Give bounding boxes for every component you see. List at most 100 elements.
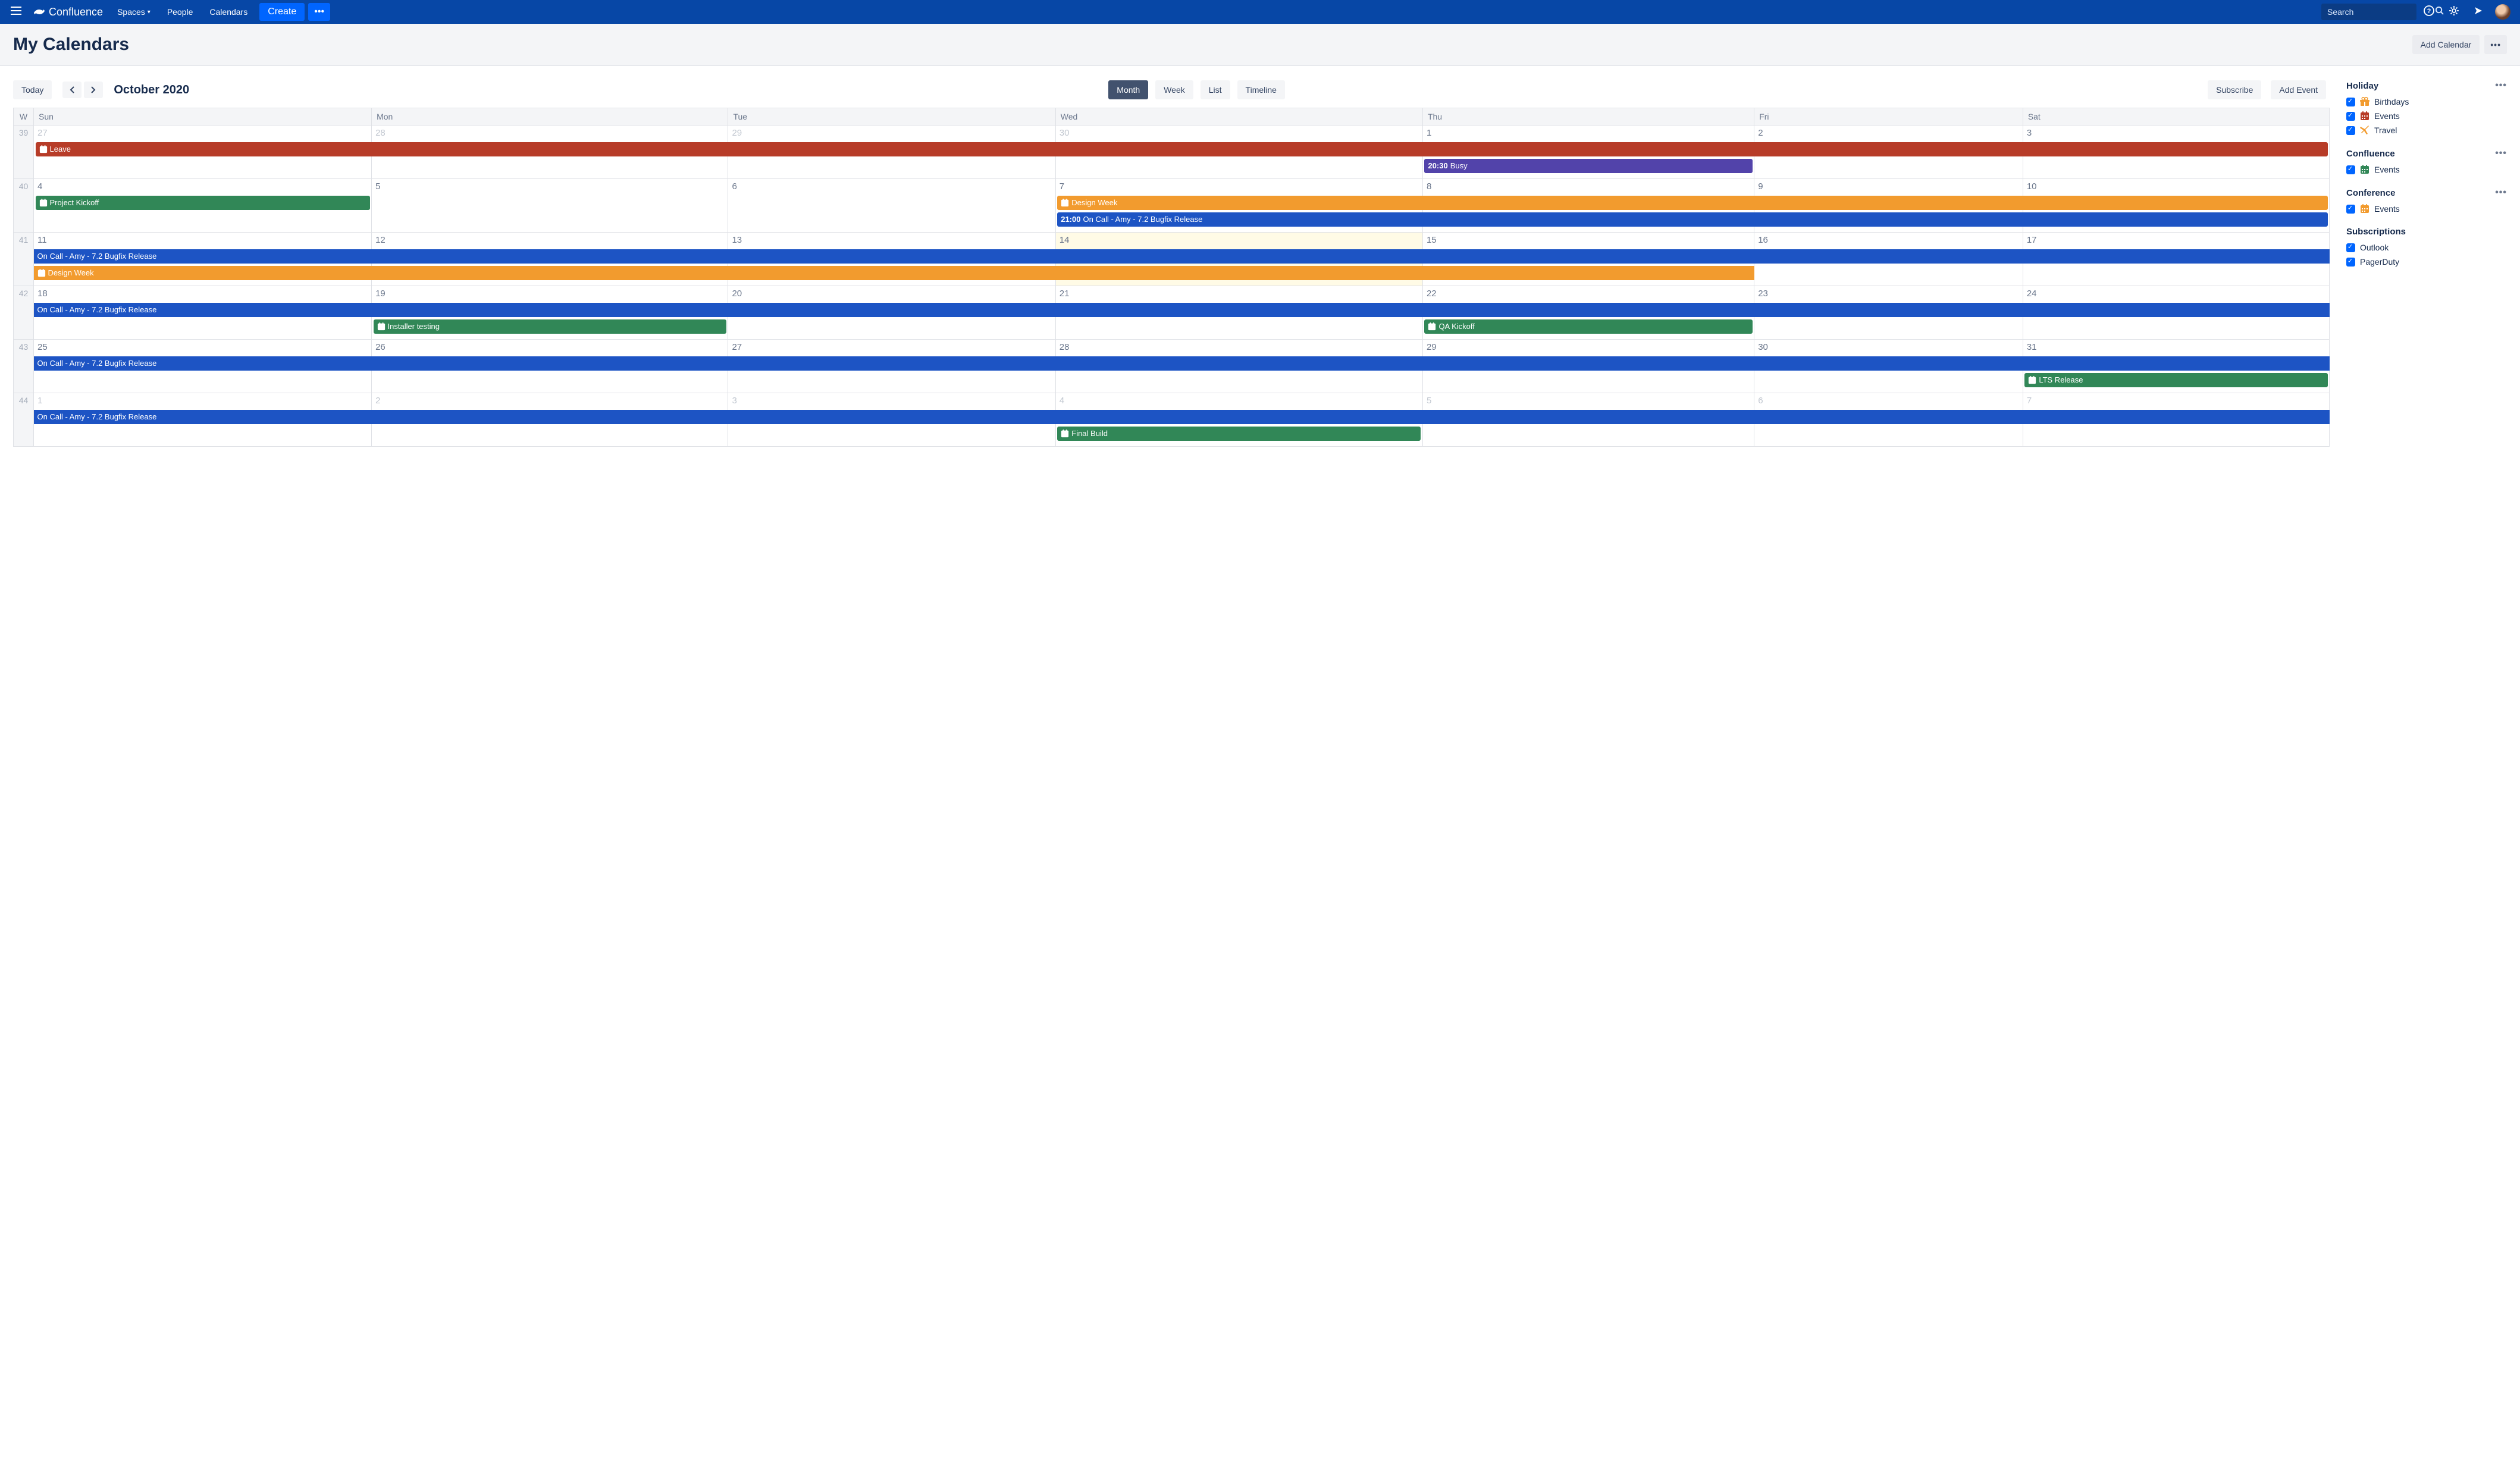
calendar-event[interactable]: 21:00On Call - Amy - 7.2 Bugfix Release [1057,212,2327,227]
calendar-icon [2360,165,2369,174]
day-number: 7 [2023,393,2329,408]
calendar-event[interactable]: Project Kickoff [36,196,370,210]
event-label: On Call - Amy - 7.2 Bugfix Release [37,412,157,421]
calendar-event[interactable]: Installer testing [374,319,726,334]
day-cell[interactable]: 6 [728,179,1055,233]
settings-icon[interactable] [2441,5,2466,19]
more-menu-button[interactable]: ••• [308,3,330,21]
week-number: 40 [14,179,34,233]
today-button[interactable]: Today [13,80,52,99]
calendar-icon [39,145,48,153]
view-list[interactable]: List [1201,80,1230,99]
section-title: Holiday [2346,81,2378,91]
col-tue: Tue [728,108,1055,126]
day-number: 5 [1423,393,1754,408]
calendar-toggle-label: Events [2374,111,2400,121]
day-number: 27 [34,126,371,140]
event-label: On Call - Amy - 7.2 Bugfix Release [37,252,157,261]
calendars-sidebar: Holiday ••• Birthdays Events Travel Confluenc… [2346,80,2507,447]
week-number: 43 [14,340,34,393]
calendar-toggle-item[interactable]: Events [2346,109,2507,123]
day-number: 11 [34,233,371,247]
calendar-event[interactable]: 20:30Busy [1424,159,1752,173]
view-month[interactable]: Month [1108,80,1148,99]
calendar-toggle-item[interactable]: Events [2346,202,2507,216]
day-number: 29 [728,126,1055,140]
create-button[interactable]: Create [259,3,305,21]
col-sun: Sun [34,108,372,126]
day-number: 28 [1056,340,1422,355]
day-number: 6 [1754,393,2023,408]
checkbox[interactable] [2346,205,2355,214]
menu-icon[interactable] [5,3,27,21]
add-calendar-button[interactable]: Add Calendar [2412,35,2480,54]
week-number: 41 [14,233,34,286]
view-timeline[interactable]: Timeline [1237,80,1285,99]
nav-people[interactable]: People [159,0,202,24]
section-more-button[interactable]: ••• [2495,187,2507,198]
col-fri: Fri [1754,108,2023,126]
nav-calendars[interactable]: Calendars [201,0,256,24]
day-number: 3 [728,393,1055,408]
next-month-button[interactable] [84,82,103,98]
day-number: 15 [1423,233,1754,247]
add-event-button[interactable]: Add Event [2271,80,2326,99]
calendar-toggle-item[interactable]: Birthdays [2346,95,2507,109]
event-time: 20:30 [1428,161,1447,170]
day-number: 8 [1423,179,1754,194]
checkbox[interactable] [2346,165,2355,174]
month-label: October 2020 [114,83,189,97]
confluence-logo[interactable]: Confluence [27,6,109,18]
calendar-event[interactable]: Final Build [1057,427,1421,441]
calendar-toggle-item[interactable]: Outlook [2346,240,2507,255]
checkbox[interactable] [2346,243,2355,252]
calendar-event[interactable]: QA Kickoff [1424,319,1752,334]
calendar-event[interactable]: On Call - Amy - 7.2 Bugfix Release [34,356,2330,371]
checkbox[interactable] [2346,126,2355,135]
calendar-toggle-label: Birthdays [2374,97,2409,106]
col-wed: Wed [1055,108,1422,126]
event-time: 21:00 [1061,215,1080,224]
calendar-toggle-item[interactable]: PagerDuty [2346,255,2507,269]
page-header: My Calendars Add Calendar ••• [0,24,2520,66]
help-icon[interactable]: ? [2416,5,2441,19]
day-number: 28 [372,126,728,140]
calendar-event[interactable]: On Call - Amy - 7.2 Bugfix Release [34,249,2330,264]
calendar-event[interactable]: On Call - Amy - 7.2 Bugfix Release [34,303,2330,317]
calendar-event[interactable]: Design Week [1057,196,2327,210]
svg-text:?: ? [2427,8,2431,15]
calendar-icon [1061,199,1069,207]
view-week[interactable]: Week [1155,80,1193,99]
day-number: 2 [372,393,728,408]
calendar-event[interactable]: On Call - Amy - 7.2 Bugfix Release [34,410,2330,424]
prev-month-button[interactable] [62,82,82,98]
calendar-event[interactable]: Design Week [34,266,1754,280]
day-number: 14 [1056,233,1422,247]
user-avatar[interactable] [2495,4,2510,20]
calendar-event[interactable]: Leave [36,142,2328,156]
day-number: 29 [1423,340,1754,355]
calendar-icon [2028,376,2036,384]
event-label: On Call - Amy - 7.2 Bugfix Release [37,305,157,314]
nav-spaces[interactable]: Spaces ▾ [109,0,159,24]
sidebar-section: Conference•••Events [2346,187,2507,216]
page-more-button[interactable]: ••• [2484,35,2507,54]
section-title: Confluence [2346,149,2395,159]
checkbox[interactable] [2346,112,2355,121]
search-box[interactable] [2321,4,2416,20]
checkbox[interactable] [2346,258,2355,267]
day-number: 4 [1056,393,1422,408]
calendar-toggle-item[interactable]: Events [2346,162,2507,177]
subscribe-button[interactable]: Subscribe [2208,80,2261,99]
calendar-toggle-item[interactable]: Travel [2346,123,2507,137]
section-more-button[interactable]: ••• [2495,148,2507,159]
calendar-event[interactable]: LTS Release [2024,373,2327,387]
day-cell[interactable]: 5 [372,179,728,233]
calendar-icon [1428,322,1436,331]
section-more-button[interactable]: ••• [2495,80,2507,91]
calendar-toggle-label: Events [2374,165,2400,174]
day-number: 3 [2023,126,2329,140]
week-number: 39 [14,126,34,179]
notifications-icon[interactable] [2466,6,2490,18]
checkbox[interactable] [2346,98,2355,106]
